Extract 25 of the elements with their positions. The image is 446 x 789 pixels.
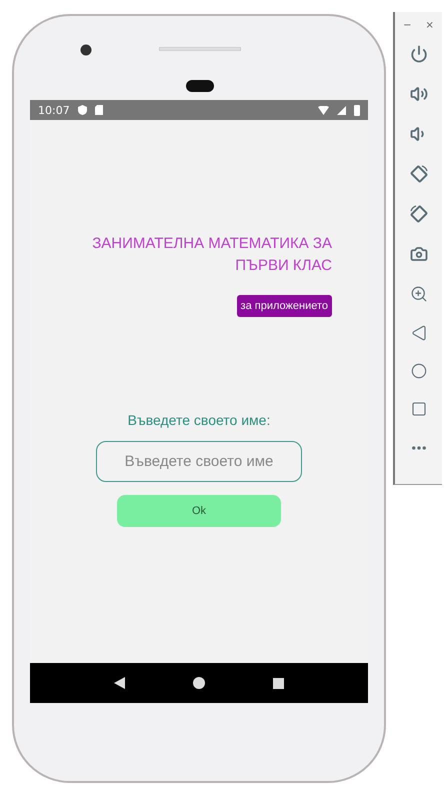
ok-button[interactable]: Ok (117, 495, 281, 527)
overview-icon[interactable] (273, 678, 284, 688)
clock: 10:07 (38, 104, 70, 116)
shield-icon (78, 105, 87, 115)
battery-icon (354, 104, 360, 116)
back-icon[interactable] (114, 677, 125, 689)
name-field[interactable]: Въведете своето име (96, 441, 302, 482)
app-title: ЗАНИМАТЕЛНА МАТЕМАТИКА ЗА ПЪРВИ КЛАС (91, 234, 332, 276)
close-button[interactable]: × (426, 20, 434, 31)
camera-icon[interactable] (410, 245, 428, 263)
earpiece-icon (186, 80, 214, 92)
volume-up-icon[interactable] (410, 85, 428, 103)
zoom-icon[interactable] (410, 285, 428, 303)
about-button[interactable]: за приложението (236, 295, 332, 317)
signal-icon (337, 106, 346, 114)
camera-icon (80, 44, 92, 56)
home-icon[interactable] (193, 677, 205, 689)
rotate-left-icon[interactable] (410, 165, 428, 183)
speaker-icon (159, 47, 241, 51)
power-icon[interactable] (410, 45, 428, 63)
rotate-right-icon[interactable] (410, 205, 428, 223)
minimize-button[interactable]: − (403, 20, 412, 31)
name-label: Въведете своето име: (128, 412, 270, 428)
sd-card-icon (94, 105, 103, 115)
wifi-icon (318, 106, 329, 114)
